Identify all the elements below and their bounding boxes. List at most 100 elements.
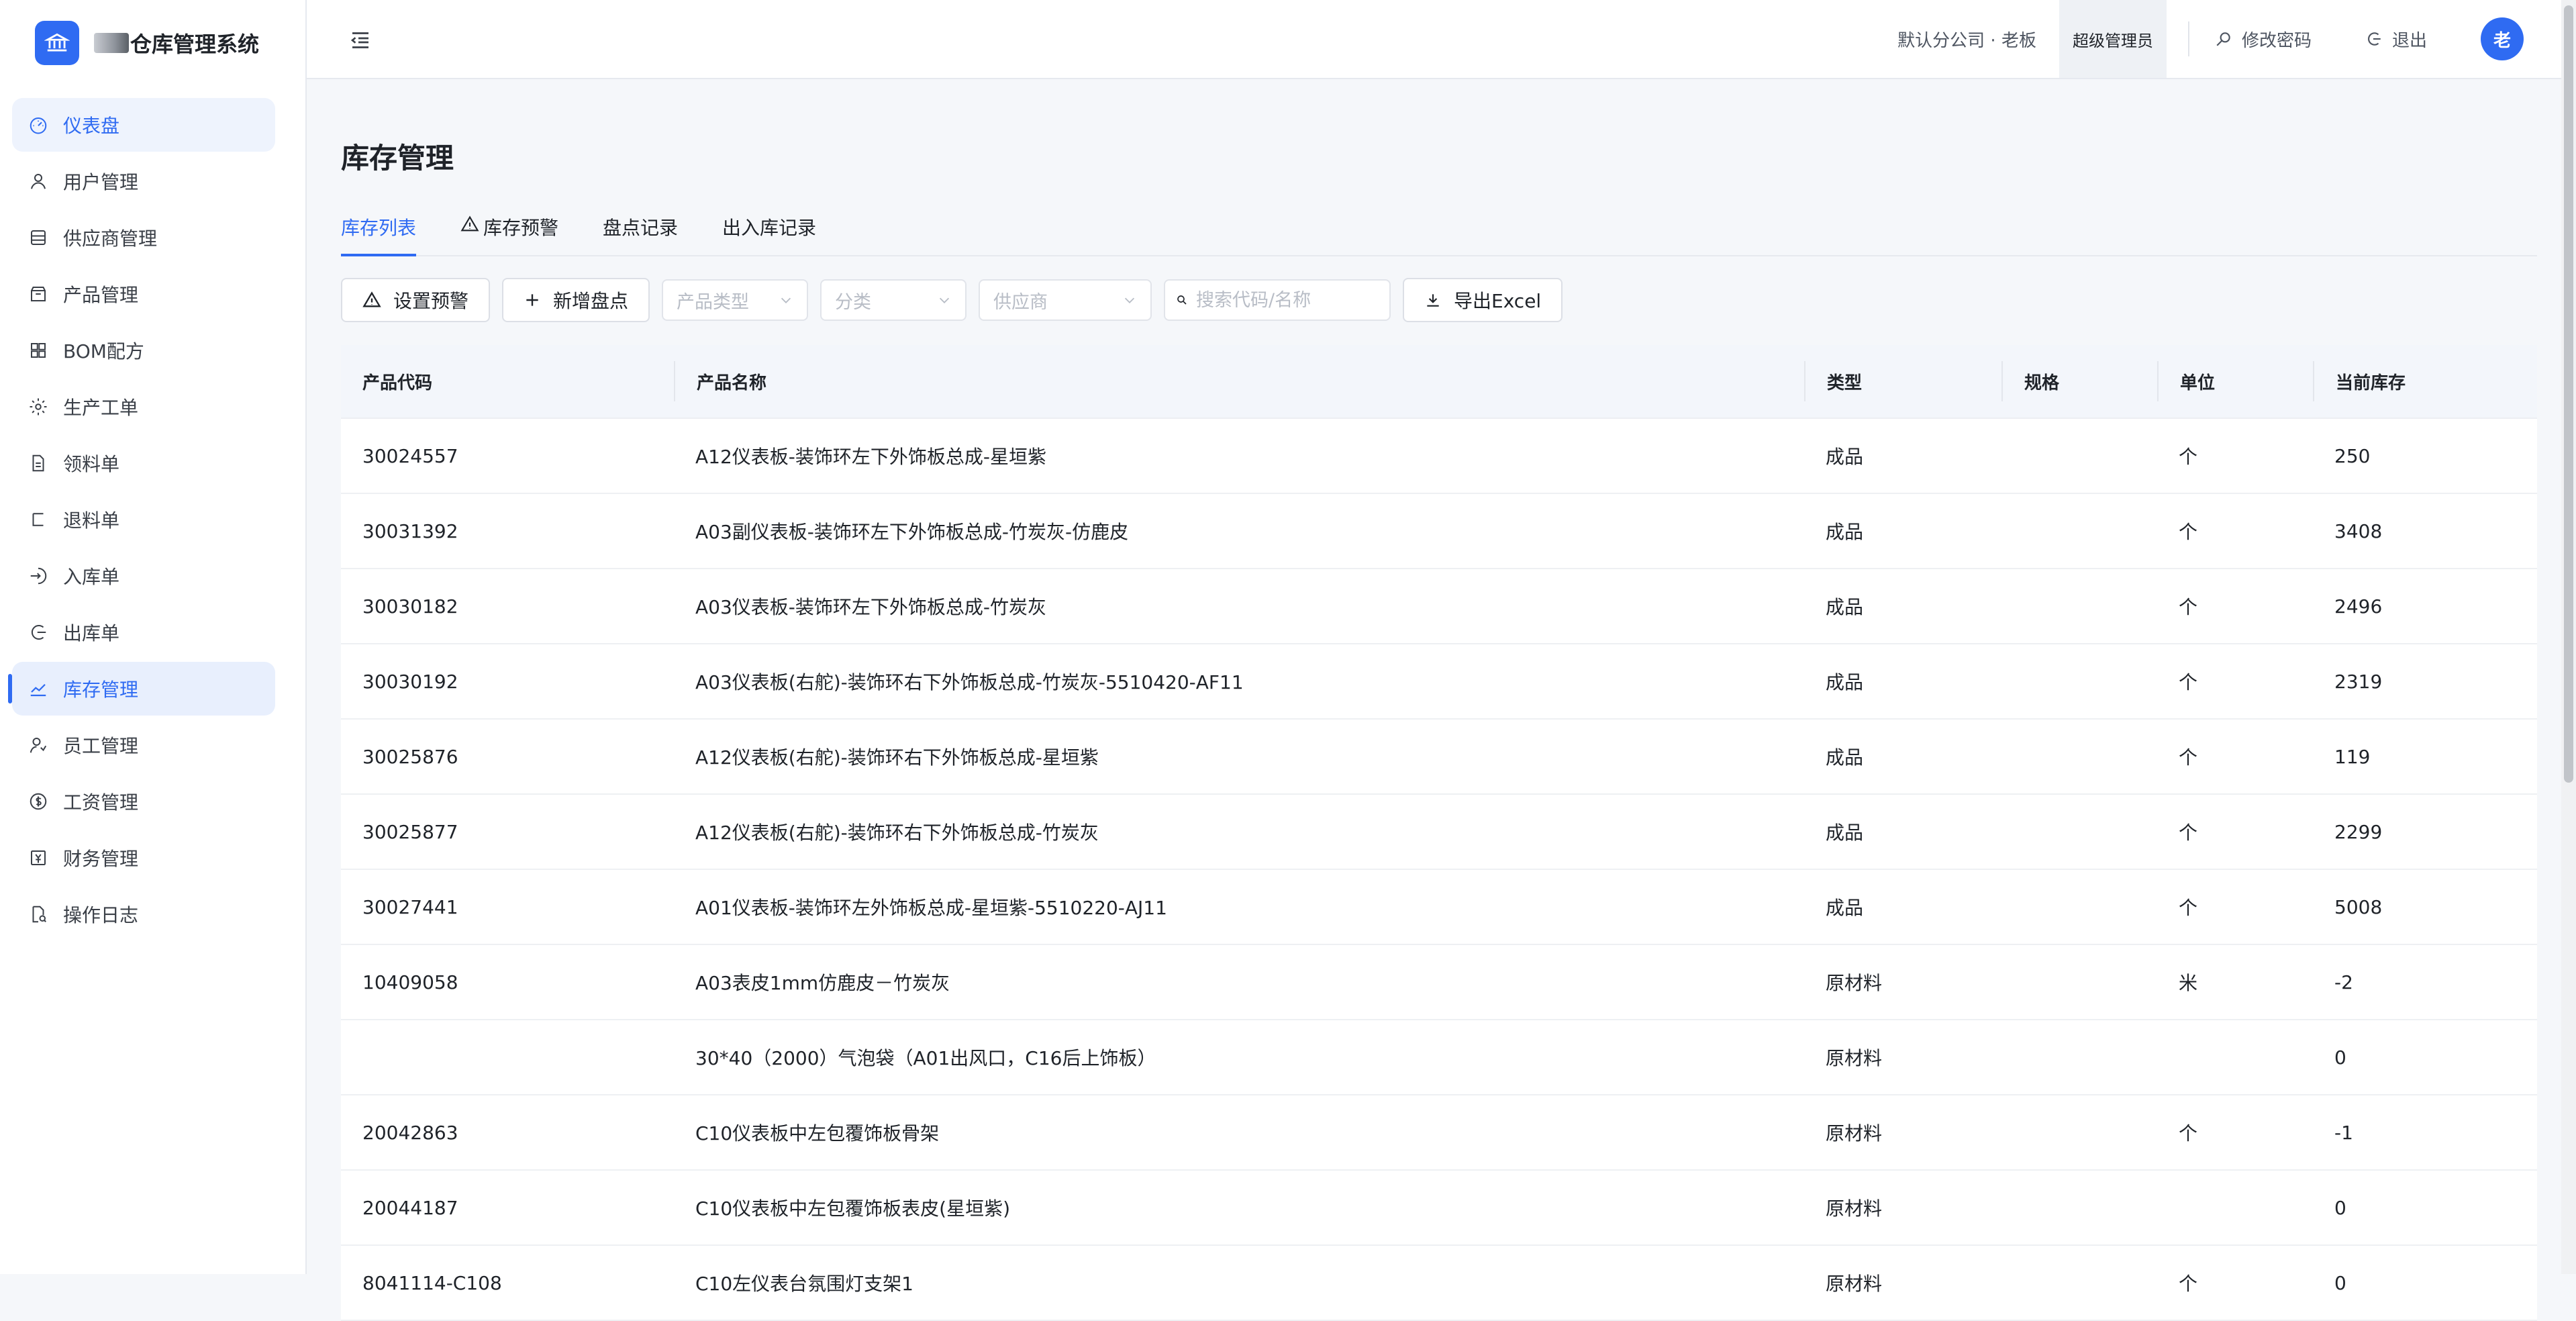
search-icon bbox=[1177, 295, 1187, 305]
table-row[interactable]: 20042863 C10仪表板中左包覆饰板骨架 原材料 个 -1 bbox=[341, 1095, 2537, 1171]
sidebar-item-label: 库存管理 bbox=[63, 679, 139, 701]
cell-type: 成品 bbox=[1826, 822, 1864, 844]
cell-unit: 个 bbox=[2179, 1122, 2198, 1144]
sidebar: 仓库管理系统 仪表盘 用户管理 供应商管理 产品管理 BOM配方 生产工单 领料… bbox=[0, 0, 307, 1274]
table-row[interactable]: 30030192 A03仪表板(右舵)-装饰环右下外饰板总成-竹炭灰-551042… bbox=[341, 644, 2537, 720]
table-row[interactable]: 30025876 A12仪表板(右舵)-装饰环右下外饰板总成-星垣紫 成品 个 119 bbox=[341, 720, 2537, 795]
select-placeholder: 产品类型 bbox=[677, 291, 750, 313]
sidebar-item-salary[interactable]: 工资管理 bbox=[12, 775, 275, 828]
cell-unit: 米 bbox=[2179, 972, 2198, 994]
cell-type: 原材料 bbox=[1826, 1122, 1883, 1144]
gear-icon bbox=[27, 395, 50, 418]
sidebar-item-label: 出库单 bbox=[63, 622, 120, 644]
tab-label: 盘点记录 bbox=[603, 217, 679, 239]
sidebar-item-suppliers[interactable]: 供应商管理 bbox=[12, 211, 275, 264]
column-header-name[interactable]: 产品名称 bbox=[674, 361, 1804, 401]
chevron-down-icon bbox=[939, 297, 950, 303]
org-info: 默认分公司 · 老板 bbox=[1897, 30, 2036, 51]
cell-stock: 250 bbox=[2334, 444, 2371, 467]
set-alert-button[interactable]: 设置预警 bbox=[341, 278, 491, 322]
cell-type: 成品 bbox=[1826, 596, 1864, 618]
export-excel-button[interactable]: 导出Excel bbox=[1403, 278, 1563, 322]
sidebar-item-users[interactable]: 用户管理 bbox=[12, 154, 275, 208]
sidebar-item-products[interactable]: 产品管理 bbox=[12, 267, 275, 321]
sidebar-item-employees[interactable]: 员工管理 bbox=[12, 718, 275, 772]
cell-code: 30031392 bbox=[362, 520, 458, 542]
cell-name: A03副仪表板-装饰环左下外饰板总成-竹炭灰-仿鹿皮 bbox=[695, 521, 1129, 543]
table-row[interactable]: 30031392 A03副仪表板-装饰环左下外饰板总成-竹炭灰-仿鹿皮 成品 个 340… bbox=[341, 494, 2537, 569]
cell-code: 30025877 bbox=[362, 820, 458, 843]
tab-inventory-alert[interactable]: 库存预警 bbox=[460, 213, 558, 255]
cell-type: 成品 bbox=[1826, 521, 1864, 543]
table-row[interactable]: 30*40（2000）气泡袋（A01出风口，C16后上饰板） 原材料 0 bbox=[341, 1020, 2537, 1095]
sidebar-item-material-return[interactable]: 退料单 bbox=[12, 493, 275, 546]
sidebar-item-operation-log[interactable]: 操作日志 bbox=[12, 887, 275, 941]
column-header-unit[interactable]: 单位 bbox=[2157, 361, 2313, 401]
cell-name: A12仪表板(右舵)-装饰环右下外饰板总成-竹炭灰 bbox=[695, 822, 1099, 844]
table-row[interactable]: 20044187 C10仪表板中左包覆饰板表皮(星垣紫) 原材料 0 bbox=[341, 1171, 2537, 1246]
supplier-select[interactable]: 供应商 bbox=[979, 279, 1152, 321]
tab-inout-records[interactable]: 出入库记录 bbox=[722, 213, 816, 255]
cell-type: 原材料 bbox=[1826, 972, 1883, 994]
tab-label: 库存列表 bbox=[341, 217, 417, 239]
category-select[interactable]: 分类 bbox=[820, 279, 967, 321]
tab-stocktake-records[interactable]: 盘点记录 bbox=[603, 213, 678, 255]
sidebar-item-dashboard[interactable]: 仪表盘 bbox=[12, 98, 275, 152]
column-header-code[interactable]: 产品代码 bbox=[341, 361, 674, 401]
cell-stock: 0 bbox=[2334, 1046, 2346, 1069]
sidebar-item-finance[interactable]: 财务管理 bbox=[12, 831, 275, 885]
change-password-label: 修改密码 bbox=[2241, 30, 2312, 51]
cell-stock: 5008 bbox=[2334, 895, 2383, 918]
dashboard-icon bbox=[27, 113, 50, 136]
cell-type: 成品 bbox=[1826, 446, 1864, 468]
logout-link[interactable]: 退出 bbox=[2365, 27, 2427, 52]
column-header-type[interactable]: 类型 bbox=[1804, 361, 2001, 401]
sidebar-item-work-orders[interactable]: 生产工单 bbox=[12, 380, 275, 434]
search-box[interactable] bbox=[1164, 279, 1391, 321]
cell-code: 20044187 bbox=[362, 1196, 458, 1219]
finance-icon bbox=[27, 846, 50, 869]
column-header-spec[interactable]: 规格 bbox=[2001, 361, 2157, 401]
column-header-stock[interactable]: 当前库存 bbox=[2313, 361, 2537, 401]
user-icon bbox=[27, 170, 50, 193]
sidebar-item-label: 用户管理 bbox=[63, 171, 139, 193]
download-icon bbox=[1427, 294, 1439, 307]
cell-stock: -2 bbox=[2334, 971, 2353, 993]
cell-stock: 0 bbox=[2334, 1271, 2346, 1294]
sidebar-item-outbound[interactable]: 出库单 bbox=[12, 605, 275, 659]
scrollbar-thumb[interactable] bbox=[2564, 5, 2573, 783]
table-row[interactable]: 30030182 A03仪表板-装饰环左下外饰板总成-竹炭灰 成品 个 2496 bbox=[341, 569, 2537, 644]
avatar[interactable]: 老 bbox=[2481, 17, 2524, 60]
search-input[interactable] bbox=[1195, 289, 1379, 311]
sidebar-item-label: 财务管理 bbox=[63, 848, 139, 870]
table-row[interactable]: 30025877 A12仪表板(右舵)-装饰环右下外饰板总成-竹炭灰 成品 个 2299 bbox=[341, 795, 2537, 870]
table-row[interactable]: 8041114-C108 C10左仪表台氛围灯支架1 原材料 个 0 bbox=[341, 1246, 2537, 1321]
sidebar-item-bom[interactable]: BOM配方 bbox=[12, 324, 275, 377]
brand[interactable]: 仓库管理系统 bbox=[35, 20, 259, 66]
table-row[interactable]: 30027441 A01仪表板-装饰环左外饰板总成-星垣紫-5510220-AJ1… bbox=[341, 870, 2537, 945]
button-label: 设置预警 bbox=[393, 290, 469, 312]
cell-code: 8041114-C108 bbox=[362, 1271, 502, 1294]
sidebar-item-label: 员工管理 bbox=[63, 735, 139, 757]
cell-stock: -1 bbox=[2334, 1121, 2353, 1144]
tab-inventory-list[interactable]: 库存列表 bbox=[341, 213, 417, 256]
scrollbar[interactable] bbox=[2561, 0, 2576, 1274]
table-row[interactable]: 30024557 A12仪表板-装饰环左下外饰板总成-星垣紫 成品 个 250 bbox=[341, 419, 2537, 494]
table-row[interactable]: 10409058 A03表皮1mm仿鹿皮－竹炭灰 原材料 米 -2 bbox=[341, 945, 2537, 1020]
table-body: 30024557 A12仪表板-装饰环左下外饰板总成-星垣紫 成品个 250 30031… bbox=[341, 419, 2537, 1321]
sidebar-item-requisition[interactable]: 领料单 bbox=[12, 436, 275, 490]
chevron-down-icon bbox=[781, 297, 791, 303]
new-stocktake-button[interactable]: 新增盘点 bbox=[502, 278, 650, 322]
cell-type: 成品 bbox=[1826, 746, 1864, 769]
change-password-link[interactable]: 修改密码 bbox=[2215, 27, 2312, 52]
cell-stock: 2299 bbox=[2334, 820, 2383, 843]
cell-name: A01仪表板-装饰环左外饰板总成-星垣紫-5510220-AJ11 bbox=[695, 897, 1167, 919]
app-title: 仓库管理系统 bbox=[130, 32, 260, 57]
cell-unit: 个 bbox=[2179, 596, 2198, 618]
logout-icon bbox=[2368, 32, 2381, 46]
sidebar-item-inventory[interactable]: 库存管理 bbox=[8, 662, 275, 716]
cell-type: 成品 bbox=[1826, 671, 1864, 693]
menu-fold-icon[interactable] bbox=[348, 28, 373, 52]
product-type-select[interactable]: 产品类型 bbox=[662, 279, 809, 321]
sidebar-item-inbound[interactable]: 入库单 bbox=[12, 549, 275, 603]
